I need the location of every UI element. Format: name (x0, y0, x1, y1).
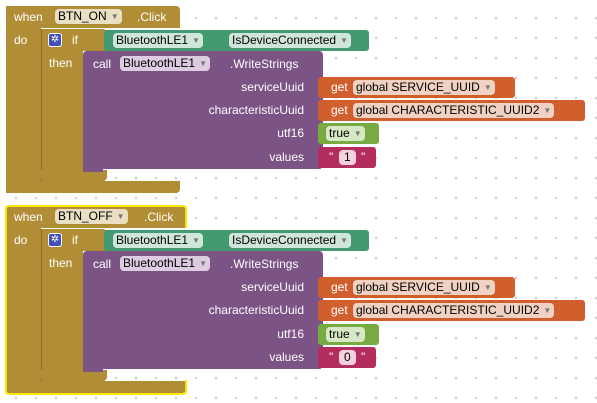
if-block-spine (41, 229, 83, 381)
call-block-tail (83, 360, 103, 372)
component-name: BTN_OFF (58, 209, 113, 223)
get-keyword: get (331, 280, 348, 294)
if-keyword: if (72, 233, 78, 247)
dropdown-arrow-icon: ▼ (543, 106, 552, 115)
when-keyword: when (14, 10, 43, 24)
condition-property-dropdown[interactable]: IsDeviceConnected ▼ (229, 233, 351, 248)
then-keyword: then (49, 256, 73, 270)
condition-property-dropdown[interactable]: IsDeviceConnected ▼ (229, 33, 351, 48)
dropdown-arrow-icon: ▼ (192, 36, 200, 45)
arg-label-service-uuid: serviceUuid (241, 80, 304, 94)
arg-label-service-uuid: serviceUuid (241, 280, 304, 294)
condition-component-dropdown[interactable]: BluetoothLE1 ▼ (113, 233, 203, 248)
call-keyword: call (93, 257, 112, 271)
service-var-dropdown[interactable]: global SERVICE_UUID ▼ (353, 280, 495, 295)
when-keyword: when (14, 210, 43, 224)
boolean-value: true (329, 126, 350, 140)
dropdown-arrow-icon: ▼ (543, 306, 552, 315)
arg-label-values: values (269, 350, 304, 364)
quote-open: " (329, 150, 334, 164)
call-component-name: BluetoothLE1 (123, 56, 196, 70)
condition-component-dropdown[interactable]: BluetoothLE1 ▼ (113, 33, 203, 48)
characteristic-var-dropdown[interactable]: global CHARACTERISTIC_UUID2 ▼ (353, 303, 555, 318)
text-value: 0 (344, 350, 351, 364)
dropdown-arrow-icon: ▼ (340, 36, 348, 45)
mutator-gear-icon[interactable]: ✲ (48, 33, 62, 47)
dropdown-arrow-icon: ▼ (199, 259, 207, 268)
event-name: .Click (137, 10, 167, 24)
dropdown-arrow-icon: ▼ (110, 12, 119, 21)
dropdown-arrow-icon: ▼ (192, 236, 200, 245)
call-component-dropdown[interactable]: BluetoothLE1 ▼ (120, 56, 210, 71)
service-var-dropdown[interactable]: global SERVICE_UUID ▼ (353, 80, 495, 95)
text-value-field[interactable]: 1 (339, 150, 356, 165)
component-dropdown[interactable]: BTN_OFF ▼ (55, 209, 128, 224)
quote-open: " (329, 350, 334, 364)
call-component-name: BluetoothLE1 (123, 256, 196, 270)
characteristic-var-name: global CHARACTERISTIC_UUID2 (356, 303, 540, 317)
dropdown-arrow-icon: ▼ (483, 283, 492, 292)
arg-label-values: values (269, 150, 304, 164)
event-name: .Click (144, 210, 174, 224)
call-method-name: .WriteStrings (230, 257, 299, 271)
call-method-name: .WriteStrings (230, 57, 299, 71)
event-block-footer (6, 181, 180, 193)
condition-property-name: IsDeviceConnected (232, 233, 337, 247)
get-keyword: get (331, 303, 348, 317)
quote-close: " (361, 350, 366, 364)
arg-label-characteristic-uuid: characteristicUuid (208, 303, 304, 317)
dropdown-arrow-icon: ▼ (353, 129, 362, 138)
text-value-field[interactable]: 0 (339, 350, 356, 365)
condition-property-name: IsDeviceConnected (232, 33, 337, 47)
do-keyword: do (14, 233, 28, 247)
characteristic-var-dropdown[interactable]: global CHARACTERISTIC_UUID2 ▼ (353, 103, 555, 118)
if-keyword: if (72, 33, 78, 47)
arg-label-characteristic-uuid: characteristicUuid (208, 103, 304, 117)
boolean-dropdown[interactable]: true ▼ (326, 126, 365, 141)
dropdown-arrow-icon: ▼ (116, 212, 125, 221)
component-name: BTN_ON (58, 9, 107, 23)
then-keyword: then (49, 56, 73, 70)
dropdown-arrow-icon: ▼ (199, 59, 207, 68)
arg-label-utf16: utf16 (277, 126, 304, 140)
boolean-dropdown[interactable]: true ▼ (326, 327, 365, 342)
get-keyword: get (331, 103, 348, 117)
boolean-value: true (329, 327, 350, 341)
dropdown-arrow-icon: ▼ (353, 330, 362, 339)
dropdown-arrow-icon: ▼ (483, 83, 492, 92)
do-keyword: do (14, 33, 28, 47)
characteristic-var-name: global CHARACTERISTIC_UUID2 (356, 103, 540, 117)
service-var-name: global SERVICE_UUID (356, 280, 480, 294)
call-keyword: call (93, 57, 112, 71)
text-value: 1 (344, 150, 351, 164)
condition-component-name: BluetoothLE1 (116, 33, 189, 47)
quote-close: " (361, 150, 366, 164)
dropdown-arrow-icon: ▼ (340, 236, 348, 245)
call-component-dropdown[interactable]: BluetoothLE1 ▼ (120, 256, 210, 271)
service-var-name: global SERVICE_UUID (356, 80, 480, 94)
condition-component-name: BluetoothLE1 (116, 233, 189, 247)
arg-label-utf16: utf16 (277, 327, 304, 341)
call-block-tail (83, 160, 103, 172)
get-keyword: get (331, 80, 348, 94)
if-block-spine (41, 29, 83, 181)
component-dropdown[interactable]: BTN_ON ▼ (55, 9, 122, 24)
mutator-gear-icon[interactable]: ✲ (48, 233, 62, 247)
